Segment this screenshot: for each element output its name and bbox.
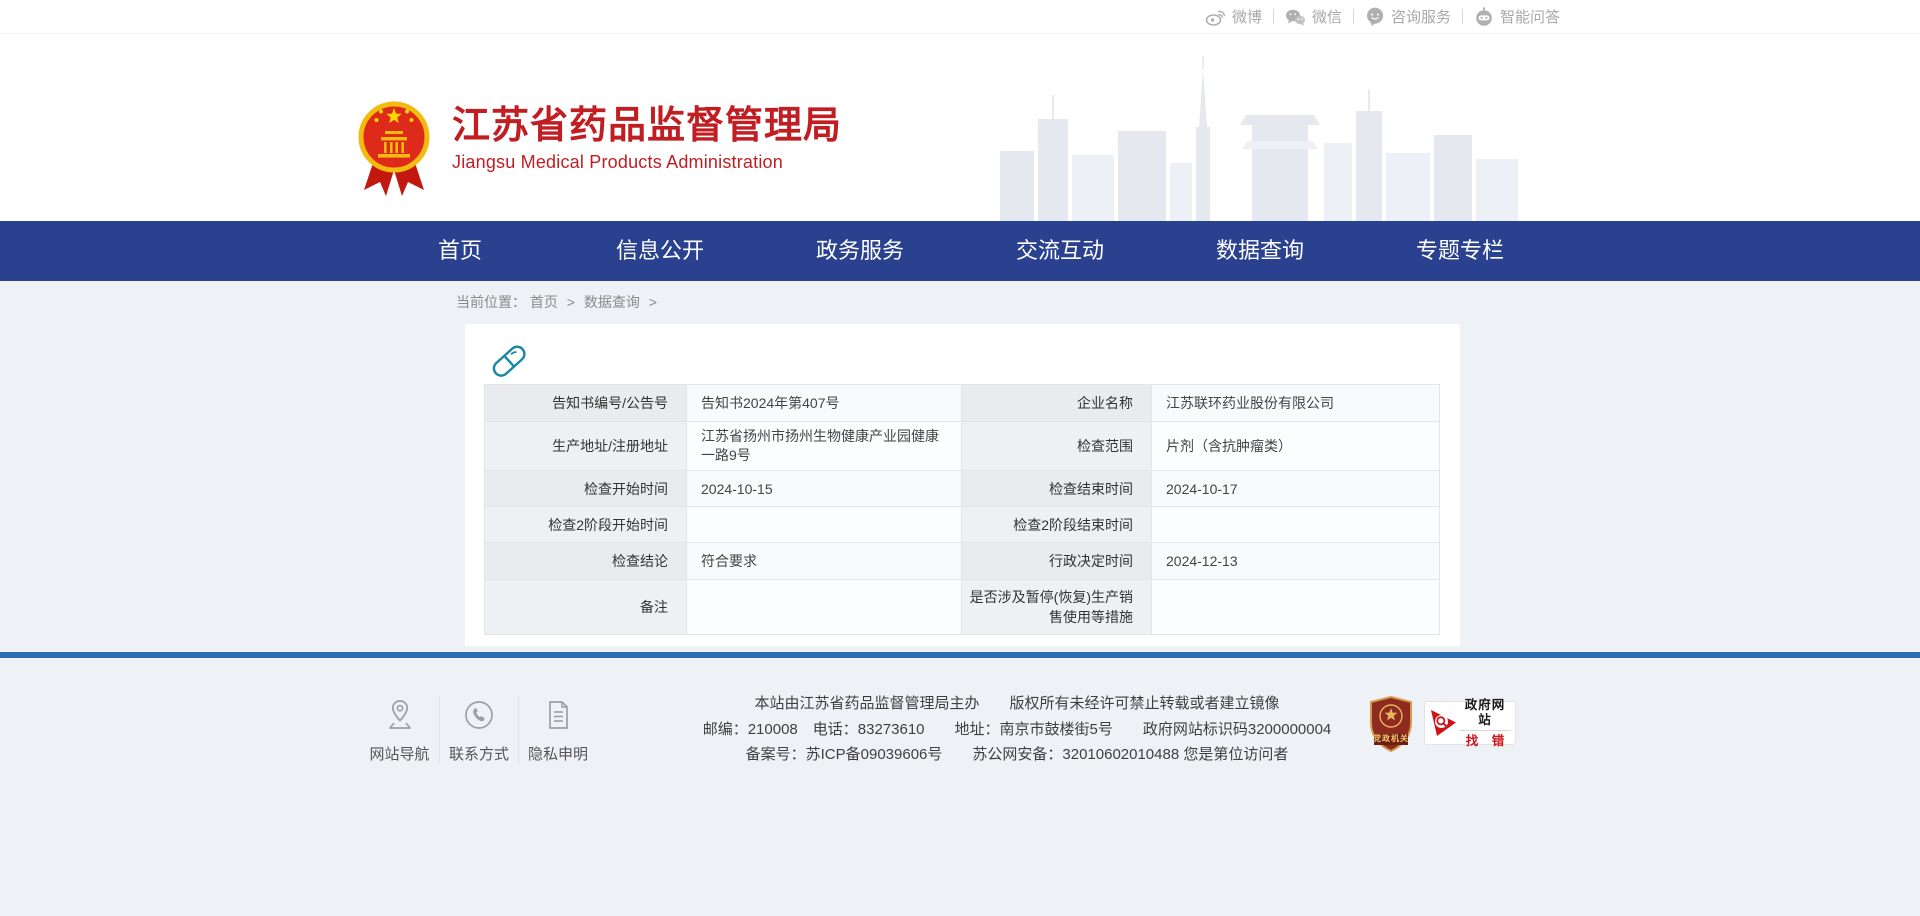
nav-item-special-topics[interactable]: 专题专栏 [1360,221,1560,281]
breadcrumb-separator: > [649,294,657,310]
value-inspection-conclusion: 符合要求 [687,543,962,580]
robot-qa-icon [1474,7,1494,26]
label-inspection-conclusion: 检查结论 [485,543,687,580]
label-admin-decision-time: 行政决定时间 [962,543,1152,580]
gov-shield-label: 党政机关 [1368,733,1414,744]
footer-link-label: 网站导航 [360,743,439,764]
nav-item-gov-services[interactable]: 政务服务 [760,221,960,281]
site-title: 江苏省药品监督管理局 [452,106,842,146]
main-content: 当前位置： 首页 > 数据查询 > 告知书编号/公告号 告知书2024年第407… [0,281,1920,652]
breadcrumb: 当前位置： 首页 > 数据查询 > [456,281,1560,311]
label-company-name: 企业名称 [962,385,1152,422]
label-suspension-measures: 是否涉及暂停(恢复)生产销售使用等措施 [962,580,1152,635]
value-inspection-start: 2024-10-15 [687,471,962,507]
footer-badges: 党政机关 政府网站 找 错 [1368,696,1516,752]
divider [1353,9,1354,24]
national-emblem-icon [356,96,432,204]
footer-link-label: 隐私申明 [519,743,597,764]
footer-link-label: 联系方式 [440,743,518,764]
phone-icon [463,699,495,731]
value-notice-number: 告知书2024年第407号 [687,385,962,422]
top-utility-bar: 微博 微信 [0,0,1920,34]
value-admin-decision-time: 2024-12-13 [1152,543,1440,580]
footer-info: 本站由江苏省药品监督管理局主办 版权所有未经许可禁止转载或者建立镜像 邮编：21… [660,691,1374,768]
footer-line-host: 本站由江苏省药品监督管理局主办 版权所有未经许可禁止转载或者建立镜像 [660,691,1374,717]
divider [1273,9,1274,24]
site-logo-link[interactable]: 江苏省药品监督管理局 Jiangsu Medical Products Admi… [356,96,842,204]
table-row: 告知书编号/公告号 告知书2024年第407号 企业名称 江苏联环药业股份有限公… [485,385,1440,422]
breadcrumb-separator: > [567,294,575,310]
breadcrumb-section-link[interactable]: 数据查询 [584,294,640,310]
detail-card: 告知书编号/公告号 告知书2024年第407号 企业名称 江苏联环药业股份有限公… [465,324,1460,646]
value-phase2-end [1152,507,1440,543]
map-pin-icon [385,699,415,731]
nav-item-home[interactable]: 首页 [360,221,560,281]
footer-link-contact[interactable]: 联系方式 [439,696,518,764]
footer-quick-links: 网站导航 联系方式 [360,696,597,764]
divider [1462,9,1463,24]
breadcrumb-home-link[interactable]: 首页 [530,294,558,310]
value-remarks [687,580,962,635]
breadcrumb-prefix: 当前位置： [456,294,526,310]
inspection-detail-table: 告知书编号/公告号 告知书2024年第407号 企业名称 江苏联环药业股份有限公… [484,384,1440,635]
nav-item-interaction[interactable]: 交流互动 [960,221,1160,281]
label-production-address: 生产地址/注册地址 [485,422,687,471]
label-remarks: 备注 [485,580,687,635]
site-subtitle: Jiangsu Medical Products Administration [452,152,842,173]
weibo-label: 微博 [1232,6,1262,27]
error-badge-line1: 政府网站 [1459,698,1511,728]
value-suspension-measures [1152,580,1440,635]
table-row: 生产地址/注册地址 江苏省扬州市扬州生物健康产业园健康一路9号 检查范围 片剂（… [485,422,1440,471]
value-inspection-end: 2024-10-17 [1152,471,1440,507]
pill-icon [489,342,529,380]
value-production-address: 江苏省扬州市扬州生物健康产业园健康一路9号 [687,422,962,471]
label-phase2-start: 检查2阶段开始时间 [485,507,687,543]
value-phase2-start [687,507,962,543]
site-footer: 网站导航 联系方式 [0,658,1920,916]
table-row: 检查2阶段开始时间 检查2阶段结束时间 [485,507,1440,543]
city-skyline-graphic [1000,53,1540,221]
nav-item-data-query[interactable]: 数据查询 [1160,221,1360,281]
table-row: 检查开始时间 2024-10-15 检查结束时间 2024-10-17 [485,471,1440,507]
error-finder-icon [1429,708,1459,738]
footer-line-contact: 邮编：210008 电话：83273610 地址：南京市鼓楼街5号 政府网站标识… [660,717,1374,743]
footer-link-privacy[interactable]: 隐私申明 [518,696,597,764]
topbar-items: 微博 微信 [1205,0,1560,33]
wechat-label: 微信 [1312,6,1342,27]
nav-item-info-disclosure[interactable]: 信息公开 [560,221,760,281]
error-badge-line2: 找 错 [1459,730,1511,749]
wechat-icon [1285,8,1306,26]
smart-qa-link[interactable]: 智能问答 [1474,6,1560,27]
table-row: 检查结论 符合要求 行政决定时间 2024-12-13 [485,543,1440,580]
footer-line-icp: 备案号：苏ICP备09039606号 苏公网安备：32010602010488 … [660,742,1374,768]
site-titles: 江苏省药品监督管理局 Jiangsu Medical Products Admi… [452,106,842,204]
chat-service-icon [1365,7,1385,26]
label-inspection-end: 检查结束时间 [962,471,1152,507]
consult-service-label: 咨询服务 [1391,6,1451,27]
gov-agency-shield-badge[interactable]: 党政机关 [1368,696,1414,752]
label-phase2-end: 检查2阶段结束时间 [962,507,1152,543]
label-inspection-start: 检查开始时间 [485,471,687,507]
smart-qa-label: 智能问答 [1500,6,1560,27]
site-header: 江苏省药品监督管理局 Jiangsu Medical Products Admi… [0,34,1920,221]
label-notice-number: 告知书编号/公告号 [485,385,687,422]
label-inspection-scope: 检查范围 [962,422,1152,471]
weibo-link[interactable]: 微博 [1205,6,1262,27]
main-nav: 首页 信息公开 政务服务 交流互动 数据查询 专题专栏 [0,221,1920,281]
wechat-link[interactable]: 微信 [1285,6,1342,27]
footer-link-sitemap[interactable]: 网站导航 [360,696,439,764]
site-error-report-badge[interactable]: 政府网站 找 错 [1424,701,1516,745]
table-row: 备注 是否涉及暂停(恢复)生产销售使用等措施 [485,580,1440,635]
consult-service-link[interactable]: 咨询服务 [1365,6,1451,27]
document-icon [543,699,573,731]
value-company-name: 江苏联环药业股份有限公司 [1152,385,1440,422]
value-inspection-scope: 片剂（含抗肿瘤类） [1152,422,1440,471]
weibo-icon [1205,8,1226,26]
